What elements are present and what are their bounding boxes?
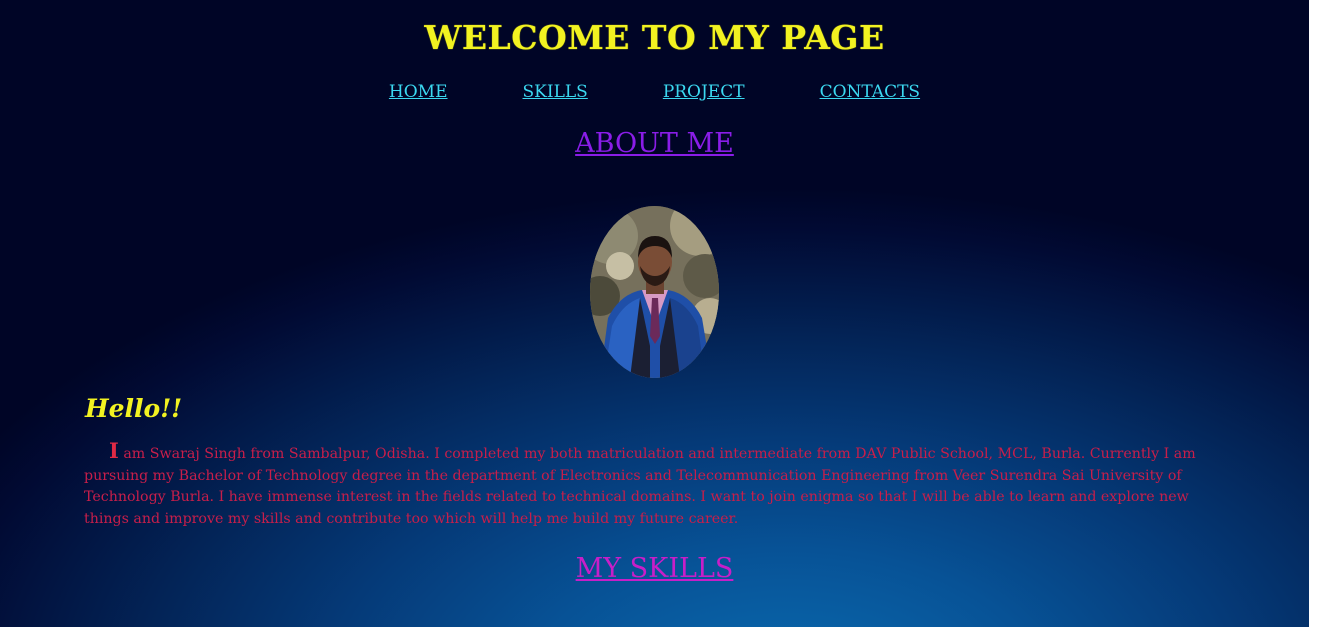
profile-photo bbox=[590, 206, 719, 378]
bio-text: am Swaraj Singh from Sambalpur, Odisha. … bbox=[84, 446, 1196, 527]
about-heading-text[interactable]: ABOUT ME bbox=[575, 128, 734, 159]
nav-link-home[interactable]: HOME bbox=[389, 82, 448, 102]
nav-link-project[interactable]: PROJECT bbox=[663, 82, 745, 102]
nav-link-contacts[interactable]: CONTACTS bbox=[820, 82, 921, 102]
page-background: WELCOME TO MY PAGE HOME SKILLS PROJECT C… bbox=[0, 0, 1309, 627]
page-title: WELCOME TO MY PAGE bbox=[424, 18, 885, 57]
main-nav: HOME SKILLS PROJECT CONTACTS bbox=[0, 82, 1309, 102]
bio-paragraph: I am Swaraj Singh from Sambalpur, Odisha… bbox=[84, 440, 1219, 530]
skills-heading: MY SKILLS bbox=[0, 553, 1309, 584]
scrollbar-track[interactable] bbox=[1309, 0, 1326, 627]
bio-first-letter: I bbox=[109, 438, 119, 463]
about-heading: ABOUT ME bbox=[0, 128, 1309, 159]
skills-heading-text[interactable]: MY SKILLS bbox=[576, 553, 734, 584]
greeting-heading: Hello!! bbox=[85, 394, 183, 423]
nav-link-skills[interactable]: SKILLS bbox=[523, 82, 588, 102]
